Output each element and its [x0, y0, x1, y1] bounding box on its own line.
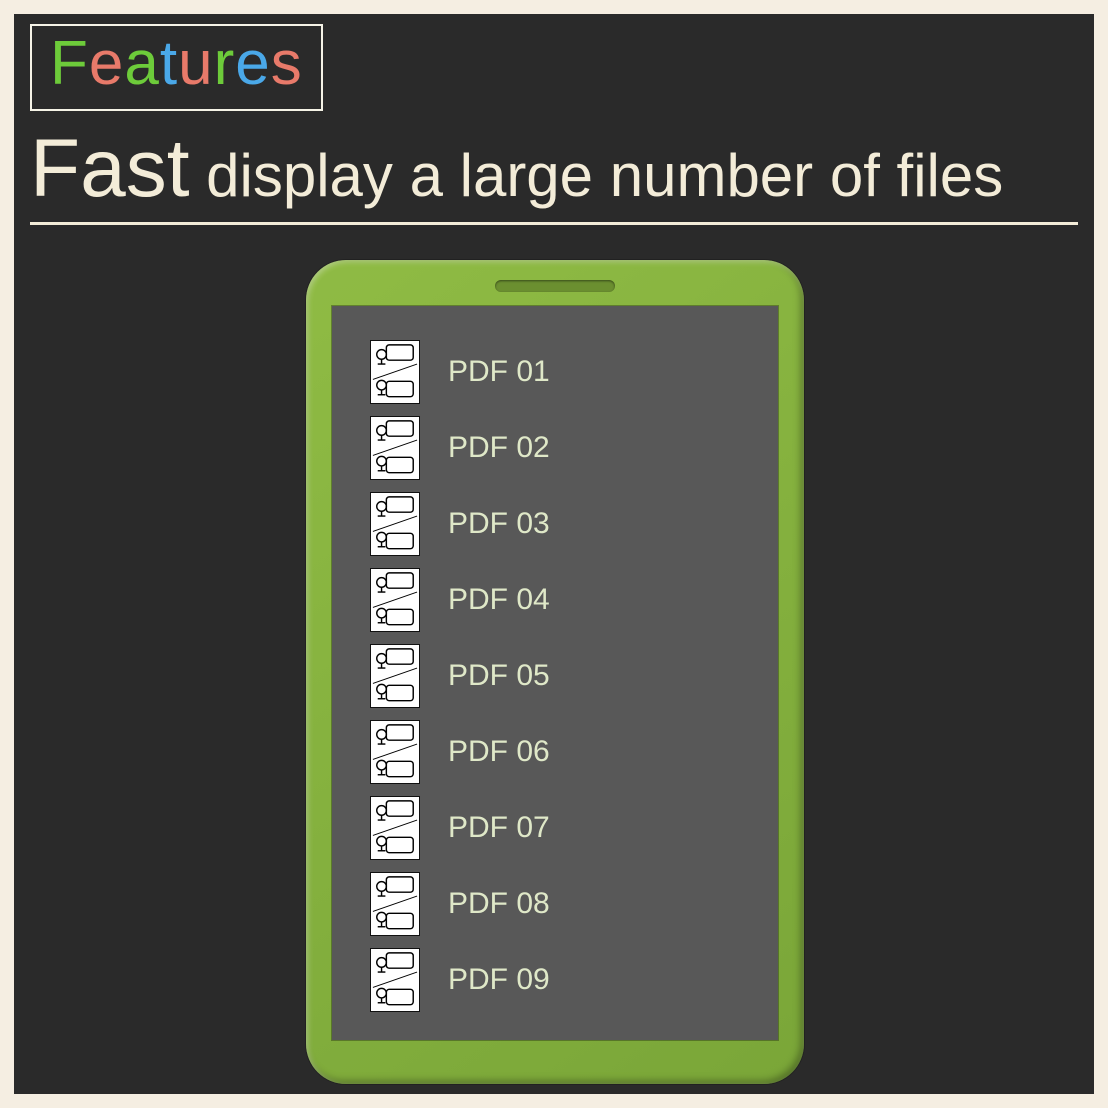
file-thumbnail-icon	[370, 340, 420, 404]
file-label: PDF 01	[448, 355, 550, 389]
file-row[interactable]: PDF 01	[370, 334, 758, 410]
file-thumbnail-icon	[370, 720, 420, 784]
file-thumbnail-icon	[370, 796, 420, 860]
headline-rest: display a large number of files	[189, 142, 1003, 209]
file-row[interactable]: PDF 08	[370, 866, 758, 942]
file-thumbnail-icon	[370, 492, 420, 556]
file-row[interactable]: PDF 04	[370, 562, 758, 638]
file-row[interactable]: PDF 09	[370, 942, 758, 1018]
file-label: PDF 09	[448, 963, 550, 997]
file-row[interactable]: PDF 07	[370, 790, 758, 866]
phone-mockup: PDF 01 PDF 02 PDF 03 PDF 04 PDF 05 PDF 0…	[306, 260, 804, 1084]
file-row[interactable]: PDF 05	[370, 638, 758, 714]
file-thumbnail-icon	[370, 416, 420, 480]
file-row[interactable]: PDF 02	[370, 410, 758, 486]
features-badge: Features	[30, 24, 323, 111]
file-label: PDF 08	[448, 887, 550, 921]
file-label: PDF 05	[448, 659, 550, 693]
phone-speaker-icon	[495, 280, 615, 292]
file-row[interactable]: PDF 03	[370, 486, 758, 562]
file-label: PDF 02	[448, 431, 550, 465]
file-thumbnail-icon	[370, 872, 420, 936]
headline: Fast display a large number of files	[30, 122, 1078, 225]
headline-emphasis: Fast	[30, 123, 189, 214]
file-label: PDF 07	[448, 811, 550, 845]
file-label: PDF 06	[448, 735, 550, 769]
phone-screen: PDF 01 PDF 02 PDF 03 PDF 04 PDF 05 PDF 0…	[332, 306, 778, 1040]
file-thumbnail-icon	[370, 948, 420, 1012]
file-thumbnail-icon	[370, 644, 420, 708]
file-label: PDF 04	[448, 583, 550, 617]
promo-canvas: Features Fast display a large number of …	[14, 14, 1094, 1094]
file-thumbnail-icon	[370, 568, 420, 632]
file-label: PDF 03	[448, 507, 550, 541]
file-row[interactable]: PDF 06	[370, 714, 758, 790]
features-text: Features	[50, 28, 303, 99]
